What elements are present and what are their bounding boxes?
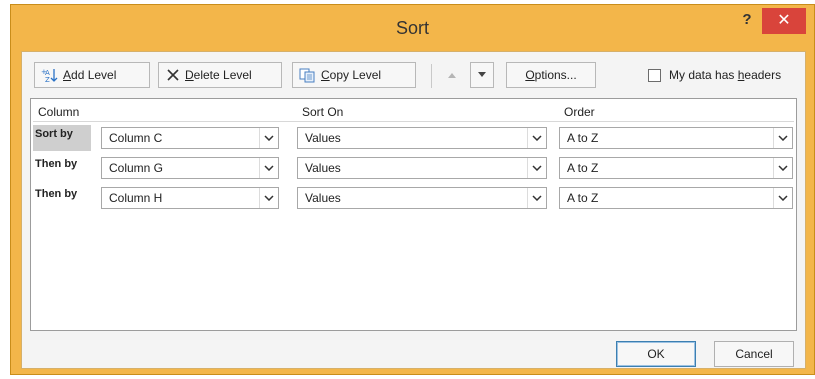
checkbox-box[interactable]	[648, 68, 661, 82]
sort-dialog: Sort ? ✕ + A Z Add Level Delete Level Co…	[10, 4, 815, 375]
copy-icon	[299, 67, 317, 83]
svg-text:Z: Z	[45, 76, 50, 83]
delete-level-button[interactable]: Delete Level	[158, 62, 282, 88]
move-up-button[interactable]	[440, 62, 464, 88]
column-select[interactable]: Column C	[101, 127, 279, 149]
chevron-down-icon	[527, 128, 546, 148]
order-header: Order	[564, 105, 595, 119]
sort-on-select[interactable]: Values	[297, 157, 547, 179]
sort-level-row[interactable]: Then by Column H Values A to Z	[31, 183, 796, 211]
dialog-body: + A Z Add Level Delete Level Copy Level …	[21, 51, 806, 369]
chevron-down-icon	[259, 158, 278, 178]
add-level-button[interactable]: + A Z Add Level	[34, 62, 150, 88]
arrow-down-icon	[477, 71, 487, 79]
order-select[interactable]: A to Z	[559, 127, 793, 149]
chevron-down-icon	[527, 188, 546, 208]
chevron-down-icon	[259, 128, 278, 148]
options-button[interactable]: Options...	[506, 62, 596, 88]
sort-level-row[interactable]: Sort by Column C Values A to Z	[31, 123, 796, 151]
cancel-button[interactable]: Cancel	[714, 341, 794, 367]
header-divider	[33, 121, 794, 122]
column-header: Column	[38, 105, 80, 119]
sort-on-select[interactable]: Values	[297, 127, 547, 149]
title-bar: Sort ? ✕	[11, 5, 814, 49]
column-select[interactable]: Column G	[101, 157, 279, 179]
chevron-down-icon	[527, 158, 546, 178]
order-select[interactable]: A to Z	[559, 157, 793, 179]
row-label: Then by	[35, 158, 78, 170]
chevron-down-icon	[773, 128, 792, 148]
copy-level-button[interactable]: Copy Level	[292, 62, 416, 88]
headers-checkbox-label: My data has headers	[669, 68, 782, 82]
sort-on-select[interactable]: Values	[297, 187, 547, 209]
sort-levels-grid: Column Sort On Order Sort by Column C Va…	[30, 98, 797, 331]
toolbar: + A Z Add Level Delete Level Copy Level …	[22, 52, 805, 92]
add-level-icon: + A Z	[41, 67, 59, 83]
row-label: Sort by	[33, 125, 91, 151]
close-button[interactable]: ✕	[762, 8, 806, 34]
row-label: Then by	[35, 188, 78, 200]
order-select[interactable]: A to Z	[559, 187, 793, 209]
chevron-down-icon	[773, 188, 792, 208]
arrow-up-icon	[447, 71, 457, 79]
delete-x-icon	[165, 67, 181, 83]
toolbar-separator	[431, 64, 432, 88]
move-down-button[interactable]	[470, 62, 494, 88]
chevron-down-icon	[259, 188, 278, 208]
sort-level-row[interactable]: Then by Column G Values A to Z	[31, 153, 796, 181]
headers-checkbox[interactable]: My data has headers	[648, 68, 781, 82]
chevron-down-icon	[773, 158, 792, 178]
ok-button[interactable]: OK	[616, 341, 696, 367]
sort-on-header: Sort On	[302, 105, 344, 119]
help-button[interactable]: ?	[736, 11, 758, 33]
column-select[interactable]: Column H	[101, 187, 279, 209]
dialog-title: Sort	[395, 18, 429, 38]
